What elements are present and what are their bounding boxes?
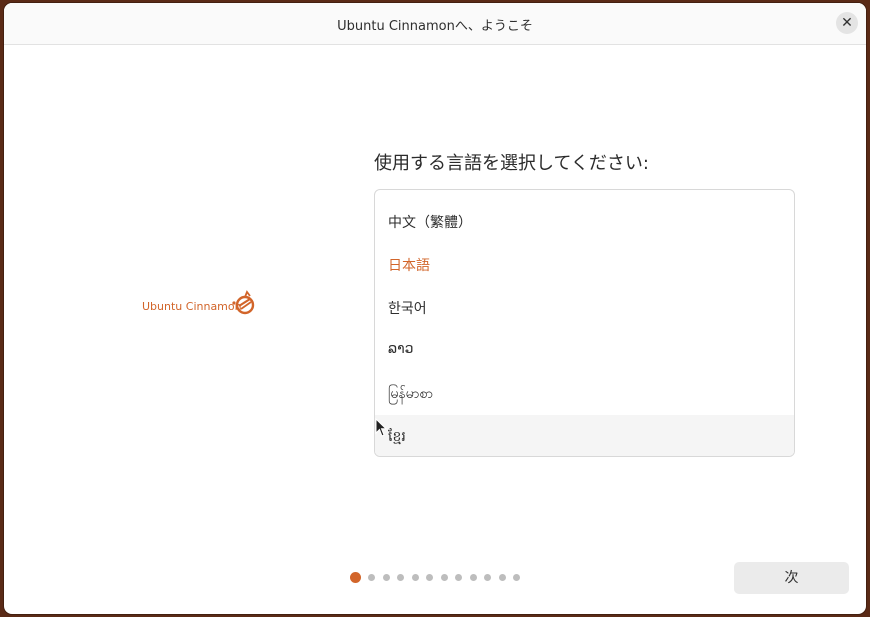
language-item-ja[interactable]: 日本語 (375, 243, 794, 286)
step-dot (368, 574, 375, 581)
close-icon: ✕ (841, 15, 853, 31)
close-button[interactable]: ✕ (836, 12, 858, 34)
language-prompt-heading: 使用する言語を選択してください: (374, 153, 649, 174)
language-label: 日本語 (388, 258, 430, 274)
step-dot (411, 574, 419, 581)
logo-text: Ubuntu Cinnamon (142, 300, 242, 313)
step-dot (382, 574, 390, 581)
step-dot-active (350, 572, 361, 583)
language-item-km[interactable]: ខ្មែរ (375, 415, 794, 456)
installer-window: Ubuntu Cinnamonへ、ようこそ ✕ Ubuntu Cinnamon … (4, 3, 866, 614)
language-list[interactable]: 中文（繁體） 日本語 한국어 ລາວ မြန်မာစာ ខ្មែរ (374, 189, 795, 457)
language-item-zh-tw[interactable]: 中文（繁體） (375, 200, 794, 243)
next-button[interactable]: 次 (734, 562, 849, 594)
step-dot (469, 574, 477, 581)
step-dot (440, 574, 448, 581)
cinnamon-logo-icon (232, 290, 255, 315)
mouse-pointer-icon (375, 418, 388, 437)
language-item-ko[interactable]: 한국어 (375, 286, 794, 329)
step-dot (484, 574, 491, 581)
step-dot (498, 574, 506, 581)
ubuntu-cinnamon-logo: Ubuntu Cinnamon (142, 289, 262, 321)
language-label: ລາວ (388, 341, 414, 357)
step-dot (397, 574, 404, 581)
language-item-lo[interactable]: ລາວ (375, 329, 794, 372)
language-label: 中文（繁體） (388, 215, 472, 231)
step-dot (513, 574, 520, 581)
language-label: မြန်မာစာ (388, 386, 433, 402)
language-label: ខ្មែរ (388, 429, 406, 445)
step-dot (455, 574, 462, 581)
window-title: Ubuntu Cinnamonへ、ようこそ (337, 19, 533, 34)
language-label: 한국어 (388, 301, 427, 317)
step-dot (426, 574, 433, 581)
language-item-my[interactable]: မြန်မာစာ (375, 372, 794, 415)
title-bar: Ubuntu Cinnamonへ、ようこそ ✕ (4, 3, 866, 45)
